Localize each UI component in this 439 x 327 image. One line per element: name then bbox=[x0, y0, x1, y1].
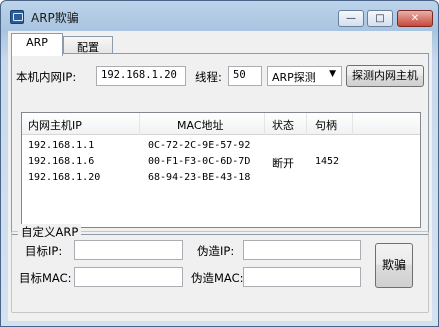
scan-hosts-button[interactable]: 探测内网主机 bbox=[346, 65, 424, 87]
spoof-mac-input[interactable] bbox=[243, 267, 361, 287]
row-handle: 1452 bbox=[315, 156, 340, 167]
table-row[interactable]: 192.168.1.6 00-F1-F3-0C-6D-7D 断开 1452 bbox=[22, 155, 420, 171]
spoof-mac-label: 伪造MAC: bbox=[191, 271, 244, 285]
hosts-table-header: 内网主机IP MAC地址 状态 句柄 bbox=[22, 113, 420, 135]
app-icon bbox=[10, 10, 24, 24]
client-area: ARP 配置 本机内网IP: 192.168.1.20 线程: 50 ARP探测… bbox=[8, 31, 432, 321]
row-mac: 00-F1-F3-0C-6D-7D bbox=[148, 156, 251, 167]
threads-input[interactable]: 50 bbox=[228, 66, 262, 86]
column-ip[interactable]: 内网主机IP bbox=[28, 117, 82, 133]
hosts-listview[interactable]: 内网主机IP MAC地址 状态 句柄 192.168.1.1 0C-72-2C-… bbox=[21, 112, 421, 228]
target-ip-input[interactable] bbox=[74, 240, 183, 260]
maximize-button[interactable]: □ bbox=[367, 10, 393, 27]
row-ip: 192.168.1.1 bbox=[28, 140, 95, 151]
row-status: 断开 bbox=[272, 157, 294, 170]
close-button[interactable]: ✕ bbox=[397, 10, 433, 27]
target-mac-input[interactable] bbox=[74, 267, 183, 287]
target-mac-label: 目标MAC: bbox=[19, 271, 72, 285]
local-ip-label: 本机内网IP: bbox=[16, 70, 77, 84]
row-mac: 0C-72-2C-9E-57-92 bbox=[148, 140, 251, 151]
local-ip-input[interactable]: 192.168.1.20 bbox=[96, 66, 186, 86]
threads-label: 线程: bbox=[195, 70, 222, 84]
column-status[interactable]: 状态 bbox=[272, 117, 294, 133]
app-window: ARP欺骗 — □ ✕ ARP 配置 本机内网IP: 192.168.1.20 … bbox=[0, 0, 439, 327]
title-bar[interactable]: ARP欺骗 — □ ✕ bbox=[1, 1, 438, 31]
table-row[interactable]: 192.168.1.1 0C-72-2C-9E-57-92 bbox=[22, 139, 420, 155]
tab-arp[interactable]: ARP bbox=[11, 33, 63, 56]
spoof-ip-label: 伪造IP: bbox=[197, 244, 235, 258]
scan-mode-select[interactable]: ARP探测 ▼ bbox=[267, 66, 342, 86]
row-ip: 192.168.1.20 bbox=[28, 172, 101, 183]
column-mac[interactable]: MAC地址 bbox=[177, 117, 224, 133]
chevron-down-icon: ▼ bbox=[329, 69, 336, 79]
window-title: ARP欺骗 bbox=[31, 11, 79, 25]
custom-arp-group-title: 自定义ARP bbox=[18, 224, 82, 240]
spoof-button[interactable]: 欺骗 bbox=[375, 243, 413, 288]
arp-tab-panel: 本机内网IP: 192.168.1.20 线程: 50 ARP探测 ▼ 探测内网… bbox=[11, 53, 429, 235]
row-mac: 68-94-23-BE-43-18 bbox=[148, 172, 251, 183]
minimize-button[interactable]: — bbox=[338, 10, 364, 27]
target-ip-label: 目标IP: bbox=[25, 244, 63, 258]
row-ip: 192.168.1.6 bbox=[28, 156, 95, 167]
table-row[interactable]: 192.168.1.20 68-94-23-BE-43-18 bbox=[22, 171, 420, 187]
column-handle[interactable]: 句柄 bbox=[315, 117, 337, 133]
scan-mode-value: ARP探测 bbox=[272, 71, 316, 84]
spoof-ip-input[interactable] bbox=[243, 240, 361, 260]
